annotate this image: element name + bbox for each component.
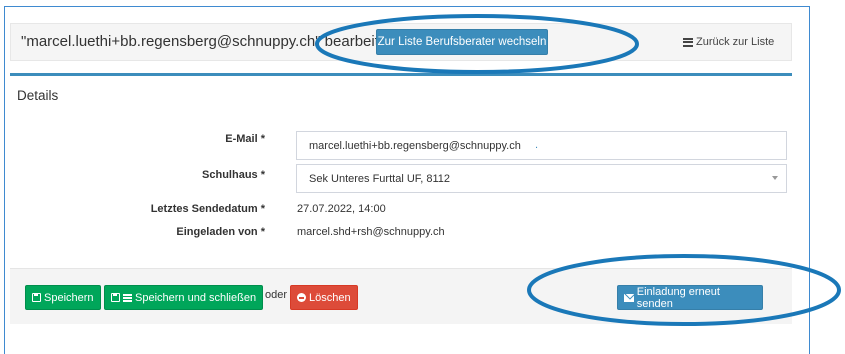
cursor-dot: . — [535, 139, 539, 151]
or-text: oder — [265, 289, 288, 301]
form-footer: Speichern Speichern und schließen oder L… — [10, 268, 792, 324]
invited-by-value: marcel.shd+rsh@schnuppy.ch — [297, 226, 445, 238]
last-sent-label: Letztes Sendedatum * — [150, 203, 265, 215]
invited-by-label: Eingeladen von * — [176, 226, 265, 238]
save-button-label: Speichern — [44, 291, 94, 304]
list-icon — [123, 293, 132, 302]
list-icon — [683, 37, 693, 47]
save-icon — [111, 293, 120, 302]
details-box: Details E-Mail * marcel.luethi+bb.regens… — [10, 73, 792, 270]
resend-invitation-button[interactable]: Einladung erneut senden — [617, 285, 763, 310]
resend-invitation-label: Einladung erneut senden — [636, 285, 720, 310]
switch-to-counselor-list-button[interactable]: Zur Liste Berufsberater wechseln — [376, 29, 548, 55]
email-field[interactable]: marcel.luethi+bb.regensberg@schnuppy.ch … — [296, 131, 787, 160]
details-title: Details — [17, 88, 59, 103]
school-label: Schulhaus * — [202, 169, 265, 181]
page-title: "marcel.luethi+bb.regensberg@schnuppy.ch… — [21, 33, 396, 50]
last-sent-value: 27.07.2022, 14:00 — [297, 203, 386, 215]
save-icon — [32, 293, 41, 302]
school-value: Sek Unteres Furttal UF, 8112 — [309, 173, 451, 185]
email-value: marcel.luethi+bb.regensberg@schnuppy.ch — [309, 140, 521, 152]
back-to-list-link[interactable]: Zurück zur Liste — [683, 36, 774, 48]
minus-circle-icon — [297, 293, 306, 302]
delete-button[interactable]: Löschen — [290, 285, 358, 310]
chevron-down-icon — [772, 176, 778, 180]
email-label: E-Mail * — [225, 133, 265, 145]
save-and-close-button[interactable]: Speichern und schließen — [104, 285, 264, 310]
save-and-close-label: Speichern und schließen — [135, 291, 257, 304]
back-to-list-label: Zurück zur Liste — [696, 36, 775, 48]
save-button[interactable]: Speichern — [25, 285, 101, 310]
page-header: "marcel.luethi+bb.regensberg@schnuppy.ch… — [10, 23, 792, 61]
delete-button-label: Löschen — [309, 291, 351, 304]
school-select[interactable]: Sek Unteres Furttal UF, 8112 — [296, 164, 787, 193]
envelope-icon — [624, 293, 634, 302]
